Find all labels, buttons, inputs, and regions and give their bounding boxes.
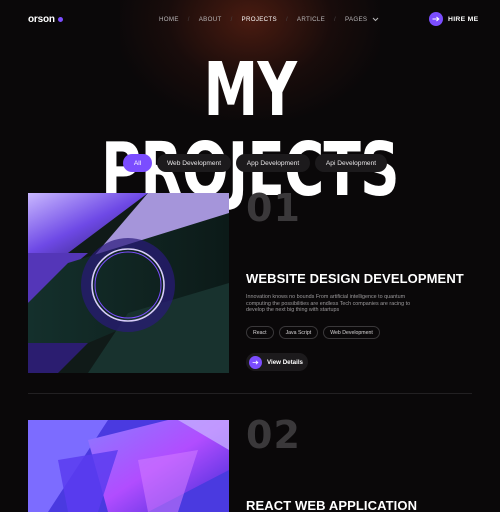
menu-item-article[interactable]: ARTICLE xyxy=(297,16,325,23)
tag-react[interactable]: React xyxy=(246,326,274,339)
filter-app-development[interactable]: App Development xyxy=(236,154,310,172)
arrow-right-icon xyxy=(249,355,262,369)
logo-dot xyxy=(57,17,63,22)
menu-separator: / xyxy=(187,16,190,23)
project-tags: React Java Script Web Development xyxy=(246,326,380,339)
project-number: 01 xyxy=(246,186,301,230)
tag-web-development[interactable]: Web Development xyxy=(323,326,380,339)
tag-javascript[interactable]: Java Script xyxy=(278,326,319,339)
logo[interactable]: orson xyxy=(28,14,63,25)
menu-item-pages-label: PAGES xyxy=(345,16,368,23)
filter-all[interactable]: All xyxy=(123,154,152,172)
chevron-down-icon xyxy=(373,17,379,22)
view-details-label: View Details xyxy=(267,358,303,366)
project-title[interactable]: REACT WEB APPLICATION xyxy=(246,498,417,512)
filter-web-development[interactable]: Web Development xyxy=(157,154,231,172)
logo-text: orson xyxy=(28,14,55,25)
project-title[interactable]: WEBSITE DESIGN DEVELOPMENT xyxy=(246,271,464,286)
main-menu: HOME / ABOUT / PROJECTS / ARTICLE / PAGE… xyxy=(159,16,379,23)
menu-separator: / xyxy=(230,16,233,23)
menu-item-about[interactable]: ABOUT xyxy=(199,16,222,23)
menu-separator: / xyxy=(285,16,288,23)
menu-item-home[interactable]: HOME xyxy=(159,16,179,23)
filter-tabs: All Web Development App Development Api … xyxy=(123,154,387,172)
menu-item-projects[interactable]: PROJECTS xyxy=(242,16,277,23)
project-image[interactable] xyxy=(28,420,229,512)
top-navbar: orson HOME / ABOUT / PROJECTS / ARTICLE … xyxy=(0,0,500,40)
project-artwork xyxy=(28,420,229,512)
project-divider xyxy=(28,393,472,394)
arrow-right-icon xyxy=(429,12,443,26)
menu-separator: / xyxy=(334,16,336,23)
menu-item-pages[interactable]: PAGES xyxy=(345,16,379,23)
view-details-button[interactable]: View Details xyxy=(246,353,308,371)
project-image[interactable] xyxy=(28,193,229,373)
hire-me-button[interactable]: HIRE ME xyxy=(429,12,478,26)
filter-api-development[interactable]: Api Development xyxy=(315,154,387,172)
project-description: Innovation knows no bounds From artifici… xyxy=(246,294,411,314)
hire-me-label: HIRE ME xyxy=(448,15,479,23)
project-number: 02 xyxy=(246,413,301,457)
project-artwork xyxy=(28,193,229,373)
